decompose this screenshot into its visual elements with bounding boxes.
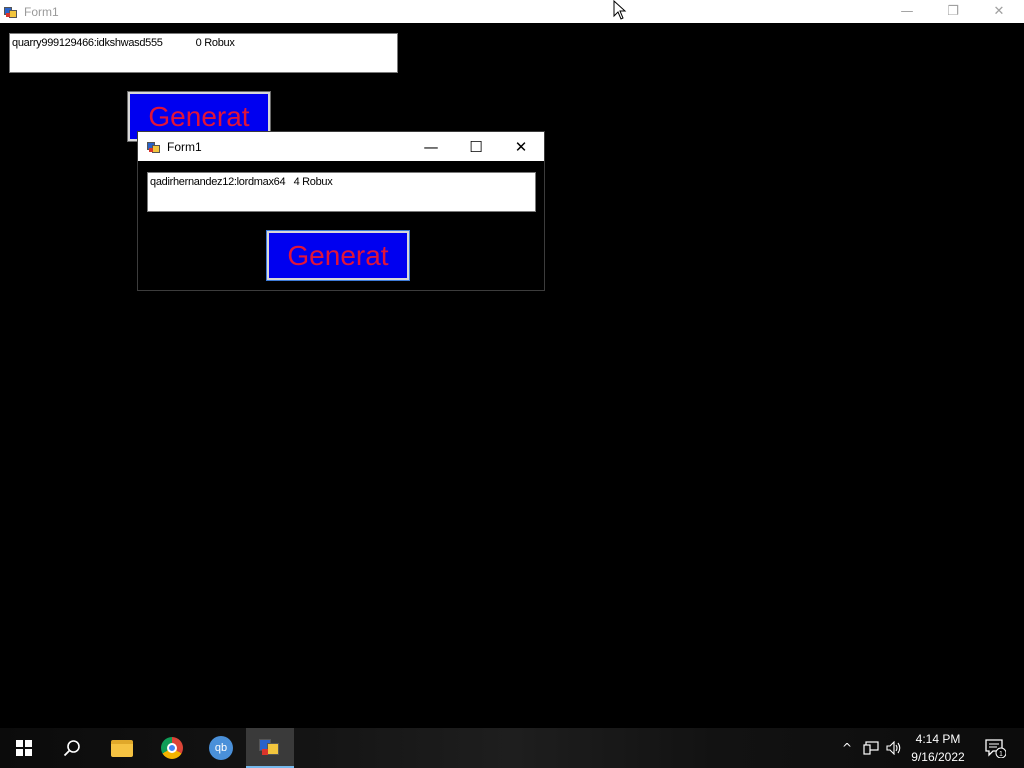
search-button[interactable] — [48, 728, 96, 768]
restore-button[interactable]: ❐ — [930, 0, 976, 23]
minimize-button[interactable]: — — [408, 132, 454, 161]
foreground-form-titlebar[interactable]: Form1 — ☐ ✕ — [138, 132, 544, 161]
background-form-title: Form1 — [24, 4, 59, 19]
background-form-window: Form1 — ❐ ✕ quarry999129466:idkshwasd555… — [0, 0, 1024, 728]
form-app-icon — [259, 737, 281, 757]
account-output-textbox[interactable]: qadirhernandez12:lordmax64 4 Robux — [147, 172, 536, 212]
qbittorrent-icon: qb — [209, 736, 233, 760]
network-button[interactable] — [860, 728, 882, 768]
taskbar-app-form1[interactable] — [246, 728, 294, 768]
windows-logo-icon — [16, 740, 32, 756]
network-icon — [863, 741, 879, 755]
maximize-button[interactable]: ☐ — [453, 132, 499, 161]
foreground-form-title: Form1 — [167, 139, 202, 154]
search-icon — [63, 740, 80, 757]
taskbar-app-chrome[interactable] — [148, 728, 196, 768]
volume-icon — [886, 741, 901, 755]
notification-icon: 1 — [985, 739, 1006, 758]
start-button[interactable] — [0, 728, 48, 768]
notification-count: 1 — [999, 751, 1003, 758]
close-button[interactable]: ✕ — [498, 132, 544, 161]
volume-button[interactable] — [884, 728, 904, 768]
taskbar-clock[interactable]: 4:14 PM 9/16/2022 — [905, 728, 971, 768]
taskbar-app-qbittorrent[interactable]: qb — [197, 728, 245, 768]
foreground-form-window: Form1 — ☐ ✕ qadirhernandez12:lordmax64 4… — [137, 131, 545, 291]
chrome-icon — [161, 737, 183, 759]
background-form-titlebar[interactable]: Form1 — ❐ ✕ — [0, 0, 1024, 23]
clock-time: 4:14 PM — [915, 732, 961, 746]
minimize-button[interactable]: — — [884, 0, 930, 23]
taskbar-app-file-explorer[interactable] — [98, 728, 146, 768]
form-app-icon — [147, 140, 161, 154]
clock-date: 9/16/2022 — [911, 750, 965, 764]
show-hidden-icons-button[interactable]: ^ — [836, 728, 858, 768]
desktop: Form1 — ❐ ✕ quarry999129466:idkshwasd555… — [0, 0, 1024, 768]
mouse-cursor-icon — [613, 0, 627, 20]
taskbar: qb ^ 4:14 PM 9/16/2022 1 — [0, 728, 1024, 768]
close-button[interactable]: ✕ — [976, 0, 1022, 23]
folder-icon — [111, 739, 133, 757]
generate-button[interactable]: Generat — [266, 230, 410, 281]
account-output-textbox[interactable]: quarry999129466:idkshwasd555 0 Robux — [9, 33, 398, 73]
action-center-button[interactable]: 1 — [978, 728, 1012, 768]
form-app-icon — [4, 5, 18, 19]
